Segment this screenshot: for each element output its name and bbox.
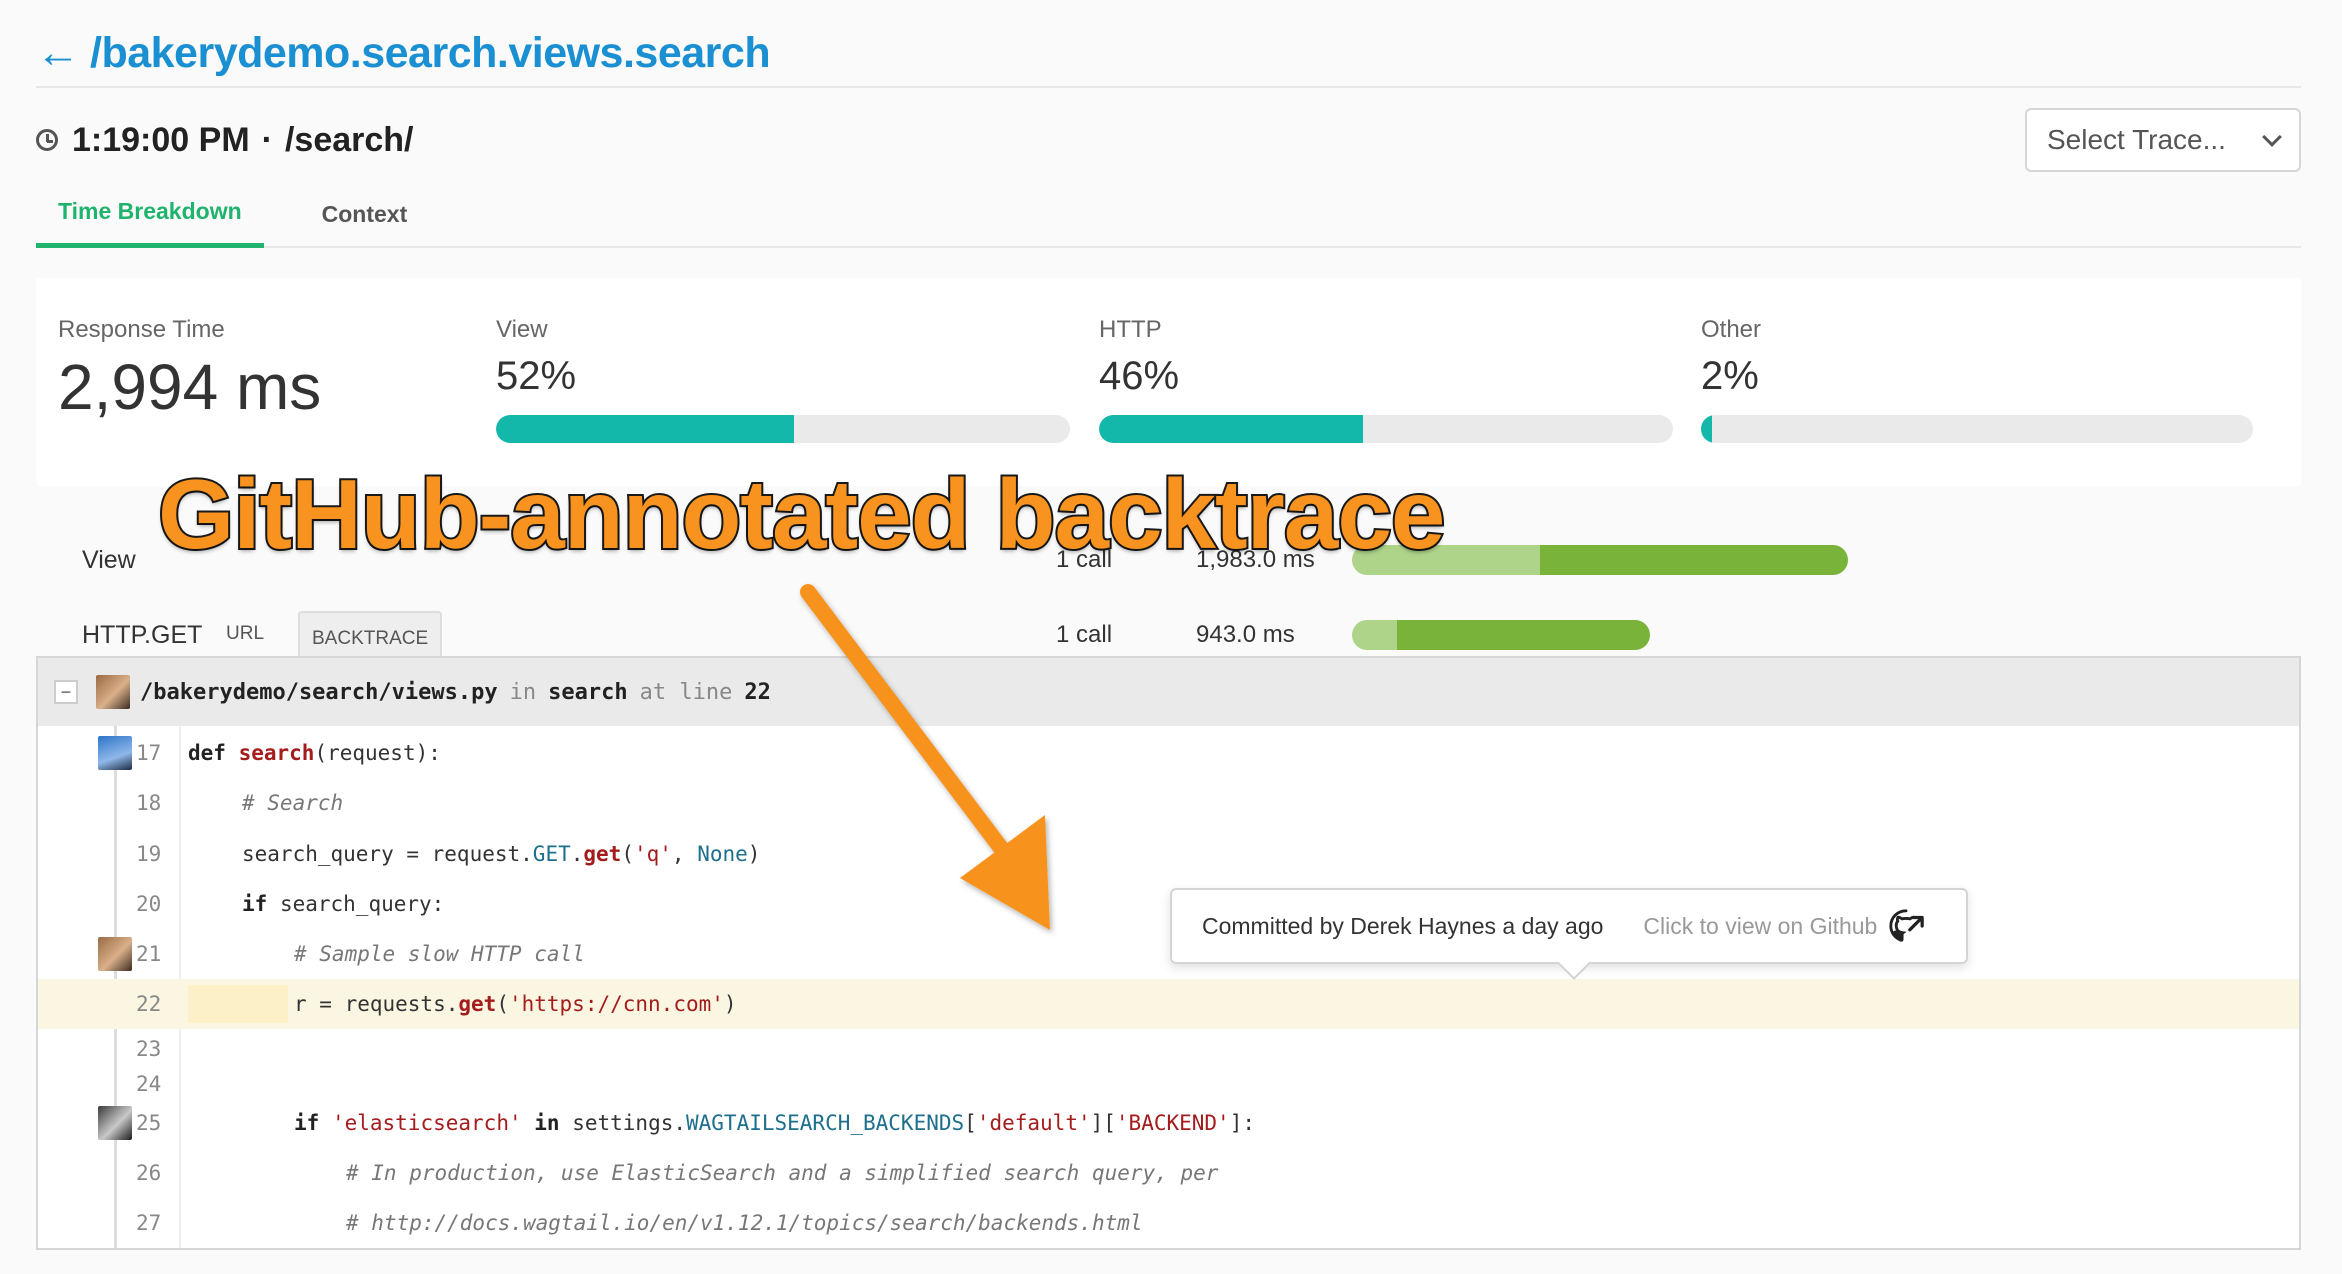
- other-progress-bar: [1701, 415, 2253, 443]
- annotation-arrow-icon: [800, 584, 1050, 930]
- code-line: 18 # Search: [38, 778, 2299, 828]
- arrow-left-icon[interactable]: ←: [36, 31, 80, 75]
- url-tab[interactable]: URL: [214, 611, 276, 657]
- commit-tooltip[interactable]: Committed by Derek Haynes a day ago Clic…: [1170, 888, 1968, 964]
- code-line: 17 def search(request):: [38, 728, 2299, 778]
- line-number: 23: [136, 1037, 162, 1061]
- tab-time-breakdown[interactable]: Time Breakdown: [36, 180, 264, 248]
- code-text: # Sample slow HTTP call: [294, 942, 585, 966]
- breakdown-http-duration: 943.0 ms: [1196, 621, 1295, 648]
- trace-time: 1:19:00 PM: [72, 120, 250, 159]
- code-text: search_query = request.GET.get('q', None…: [242, 842, 761, 866]
- github-icon[interactable]: [1887, 907, 1925, 945]
- response-time-metric: Response Time 2,994 ms: [58, 316, 321, 424]
- view-progress-bar: [496, 415, 1070, 443]
- code-line: 19 search_query = request.GET.get('q', N…: [38, 829, 2299, 879]
- response-time-value: 2,994 ms: [58, 351, 322, 423]
- avatar[interactable]: [98, 1106, 132, 1140]
- avatar[interactable]: [98, 937, 132, 971]
- line-number: 20: [136, 892, 162, 916]
- line-number: 18: [136, 791, 162, 815]
- code-text: def search(request):: [188, 741, 441, 765]
- http-metric: HTTP 46%: [1099, 316, 1673, 443]
- breakdown-http-bar-light: [1352, 620, 1397, 650]
- other-metric: Other 2%: [1701, 316, 2253, 443]
- avatar: [96, 675, 130, 709]
- clock-icon: [36, 129, 58, 151]
- other-progress-fill: [1701, 415, 1713, 443]
- avatar[interactable]: [98, 736, 132, 770]
- http-progress-fill: [1099, 415, 1364, 443]
- select-trace-dropdown[interactable]: Select Trace...: [2025, 108, 2301, 172]
- http-progress-bar: [1099, 415, 1673, 443]
- at-line-keyword: at line: [639, 679, 733, 705]
- code-line: 26 # In production, use ElasticSearch an…: [38, 1148, 2299, 1198]
- other-metric-value: 2%: [1701, 354, 1759, 398]
- other-metric-label: Other: [1701, 316, 1762, 343]
- select-trace-label: Select Trace...: [2047, 124, 2226, 155]
- breakdown-http-bar: [1352, 620, 1650, 650]
- chevron-down-icon: [2262, 127, 2282, 147]
- annotation-caption: GitHub-annotated backtrace: [156, 457, 1447, 571]
- line-number: 26: [136, 1161, 162, 1185]
- view-metric-value: 52%: [496, 354, 577, 398]
- breakdown-view-bar-dark: [1540, 545, 1848, 575]
- view-on-github-link[interactable]: Click to view on Github: [1643, 913, 1877, 940]
- commit-info: Committed by Derek Haynes a day ago: [1202, 912, 1604, 939]
- breakdown-http-label: HTTP.GET: [82, 620, 203, 649]
- breakdown-view-label: View: [82, 545, 136, 574]
- tab-context[interactable]: Context: [300, 180, 430, 248]
- tab-bar: Time Breakdown Context: [36, 180, 2301, 248]
- view-progress-fill: [496, 415, 795, 443]
- code-text: # In production, use ElasticSearch and a…: [346, 1161, 1219, 1185]
- collapse-button[interactable]: −: [54, 680, 78, 704]
- trace-subheader: 1:19:00 PM · /search/ Select Trace...: [36, 108, 2301, 172]
- backtrace-file-path: /bakerydemo/search/views.py: [140, 679, 498, 705]
- backtrace-function: search: [548, 679, 628, 705]
- line-number: 21: [136, 942, 162, 966]
- code-line-highlighted: 22 r = requests.get('https://cnn.com'): [38, 979, 2299, 1029]
- in-keyword: in: [509, 679, 537, 705]
- view-metric-label: View: [496, 316, 548, 343]
- http-metric-value: 46%: [1099, 354, 1180, 398]
- http-metric-label: HTTP: [1099, 316, 1162, 343]
- separator: ·: [261, 120, 273, 159]
- code-line: 23: [38, 1029, 2299, 1069]
- code-text: if 'elasticsearch' in settings.WAGTAILSE…: [294, 1111, 1255, 1135]
- view-metric: View 52%: [496, 316, 1070, 443]
- summary-card: Response Time 2,994 ms View 52% HTTP 46%…: [36, 278, 2301, 486]
- page-header: ← /bakerydemo.search.views.search: [36, 20, 2301, 88]
- backtrace-file-header: − /bakerydemo/search/views.py in search …: [38, 658, 2299, 726]
- line-number: 25: [136, 1111, 162, 1135]
- endpoint-title: /bakerydemo.search.views.search: [90, 28, 771, 77]
- code-text: # Search: [242, 791, 344, 815]
- trace-path: /search/: [284, 120, 414, 159]
- code-text: if search_query:: [242, 892, 445, 916]
- breakdown-http-bar-dark: [1396, 620, 1650, 650]
- code-line: 27 # http://docs.wagtail.io/en/v1.12.1/t…: [38, 1198, 2299, 1248]
- code-line: 25 if 'elasticsearch' in settings.WAGTAI…: [38, 1098, 2299, 1148]
- code-text: # http://docs.wagtail.io/en/v1.12.1/topi…: [346, 1211, 1143, 1235]
- response-time-label: Response Time: [58, 316, 225, 343]
- line-number: 22: [136, 992, 162, 1016]
- code-text: r = requests.get('https://cnn.com'): [294, 992, 737, 1016]
- line-number: 24: [136, 1072, 162, 1096]
- line-number: 27: [136, 1211, 162, 1235]
- line-number: 19: [136, 842, 162, 866]
